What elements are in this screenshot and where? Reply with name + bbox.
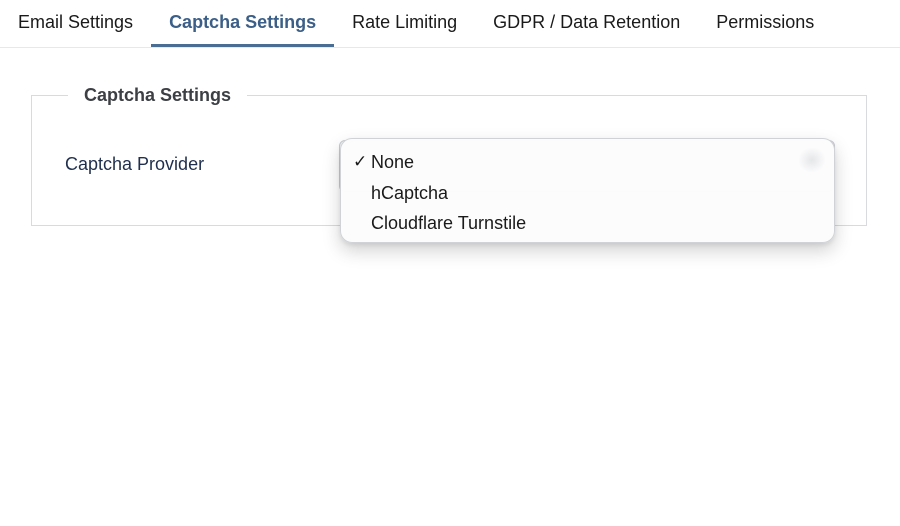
checkmark-icon: ✓ <box>353 152 368 171</box>
tab-gdpr-data-retention[interactable]: GDPR / Data Retention <box>475 0 698 44</box>
captcha-provider-label: Captcha Provider <box>65 154 205 174</box>
tab-permissions[interactable]: Permissions <box>698 0 832 44</box>
option-cloudflare-turnstile[interactable]: Cloudflare Turnstile <box>341 208 834 239</box>
option-hcaptcha[interactable]: hCaptcha <box>341 178 834 209</box>
option-label: Cloudflare Turnstile <box>371 213 527 233</box>
tab-captcha-settings[interactable]: Captcha Settings <box>151 0 335 47</box>
captcha-provider-dropdown-menu: ✓ None hCaptcha Cloudflare Turnstile <box>340 138 835 243</box>
tab-email-settings[interactable]: Email Settings <box>0 0 151 44</box>
settings-tab-bar: Email Settings Captcha Settings Rate Lim… <box>0 0 900 48</box>
tab-rate-limiting[interactable]: Rate Limiting <box>334 0 475 44</box>
fieldset-legend: Captcha Settings <box>68 84 248 106</box>
option-label: None <box>371 152 415 172</box>
option-none[interactable]: ✓ None <box>341 147 834 178</box>
option-label: hCaptcha <box>371 182 449 203</box>
